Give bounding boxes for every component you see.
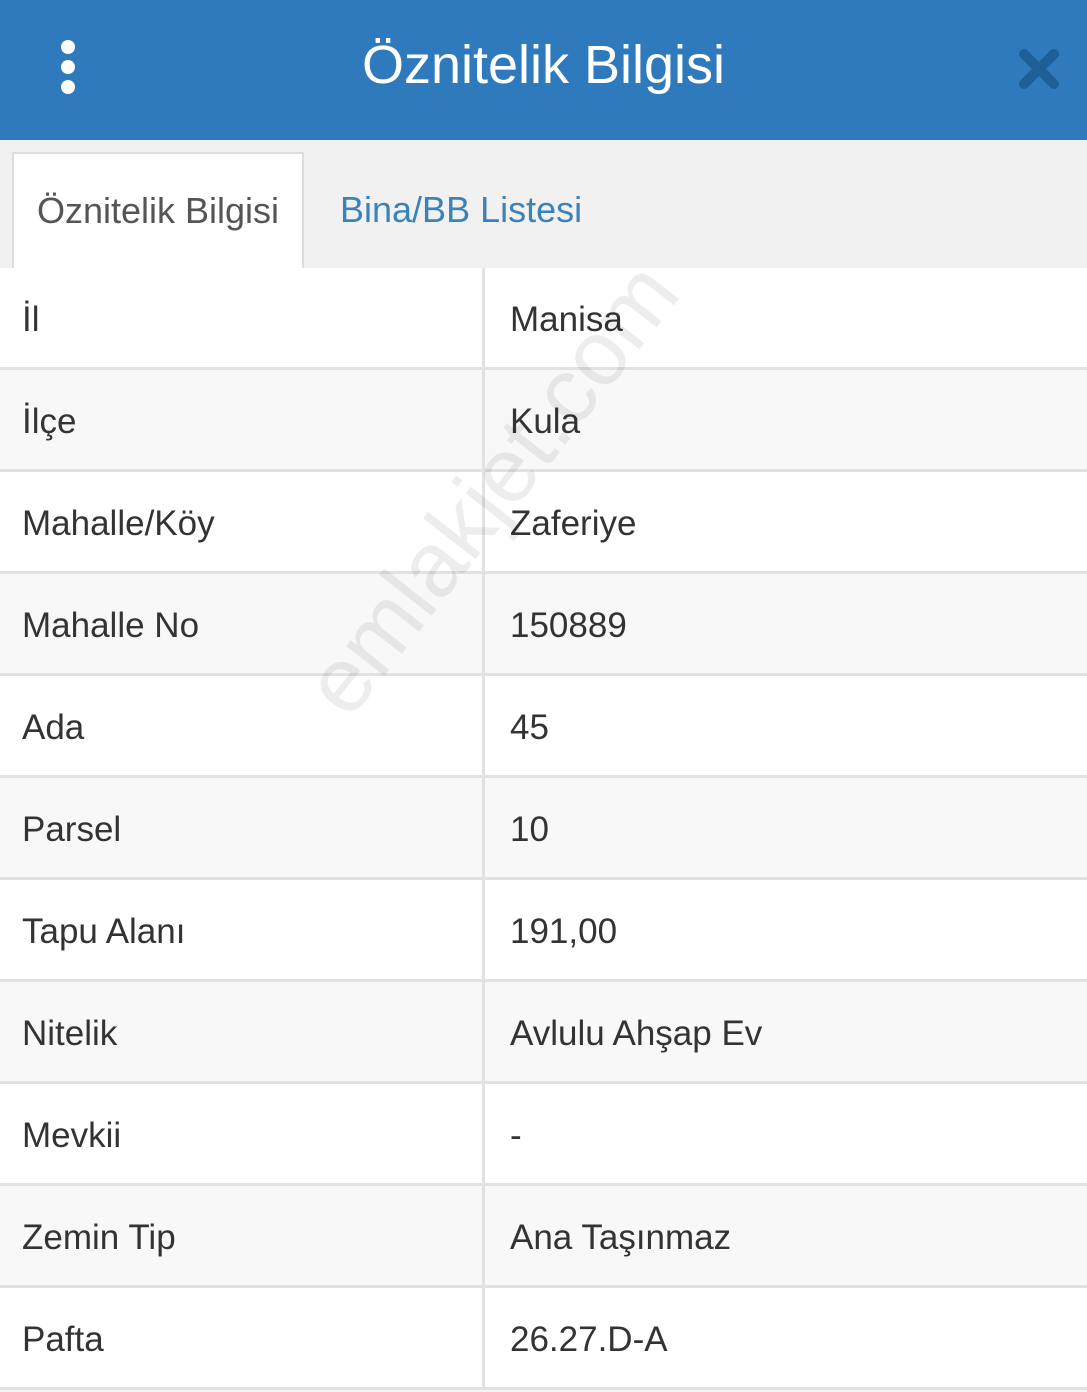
table-row: İl Manisa <box>0 268 1087 370</box>
tab-building-list[interactable]: Bina/BB Listesi <box>340 152 582 268</box>
attribute-value: Kula <box>510 402 581 441</box>
attribute-key: Zemin Tip <box>0 1186 485 1285</box>
table-row: Mahalle/Köy Zaferiye <box>0 472 1087 574</box>
app-header: Öznitelik Bilgisi <box>0 0 1087 140</box>
table-row: Mevkii - <box>0 1084 1087 1186</box>
attribute-key: Parsel <box>0 778 485 877</box>
attribute-value: 26.27.D-A <box>510 1320 668 1359</box>
attribute-key: Mevkii <box>0 1084 485 1183</box>
attribute-key: Pafta <box>0 1288 485 1387</box>
table-row: Ada 45 <box>0 676 1087 778</box>
attribute-value: Manisa <box>510 300 623 339</box>
attribute-value: Ana Taşınmaz <box>510 1218 732 1257</box>
attribute-table: İl Manisa İlçe Kula Mahalle/Köy Zaferiye… <box>0 268 1087 1390</box>
attribute-key: Mahalle/Köy <box>0 472 485 571</box>
table-row: Pafta 26.27.D-A <box>0 1288 1087 1390</box>
table-row: Tapu Alanı 191,00 <box>0 880 1087 982</box>
attribute-value: - <box>510 1116 522 1155</box>
attribute-value: 150889 <box>510 606 627 645</box>
close-button[interactable] <box>1010 40 1068 98</box>
attribute-key: İlçe <box>0 370 485 469</box>
attribute-value: 10 <box>510 810 549 849</box>
page-title: Öznitelik Bilgisi <box>361 35 726 95</box>
attribute-value: 191,00 <box>510 912 618 951</box>
table-row: Zemin Tip Ana Taşınmaz <box>0 1186 1087 1288</box>
attribute-value: 45 <box>510 708 549 747</box>
tab-attribute-info[interactable]: Öznitelik Bilgisi <box>12 152 304 270</box>
attribute-value: Zaferiye <box>510 504 637 543</box>
attribute-value: Avlulu Ahşap Ev <box>510 1014 763 1053</box>
tab-bar: Öznitelik Bilgisi Bina/BB Listesi <box>0 140 1087 270</box>
attribute-key: Tapu Alanı <box>0 880 485 979</box>
table-row: İlçe Kula <box>0 370 1087 472</box>
attribute-key: Ada <box>0 676 485 775</box>
close-icon <box>1019 49 1059 89</box>
table-row: Parsel 10 <box>0 778 1087 880</box>
table-row: Nitelik Avlulu Ahşap Ev <box>0 982 1087 1084</box>
attribute-key: İl <box>0 268 485 367</box>
table-row: Mahalle No 150889 <box>0 574 1087 676</box>
attribute-key: Nitelik <box>0 982 485 1081</box>
attribute-key: Mahalle No <box>0 574 485 673</box>
